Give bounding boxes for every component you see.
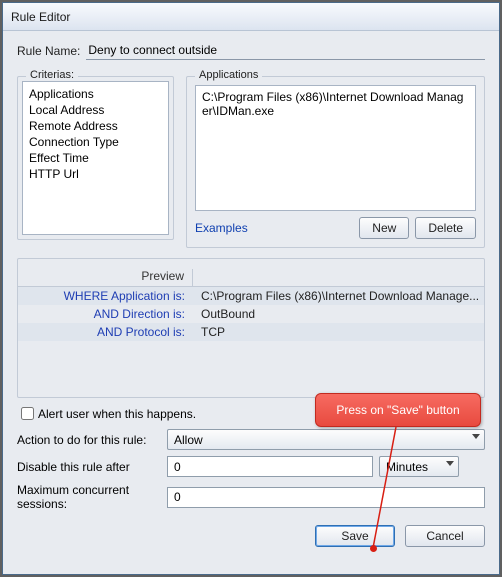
max-sessions-input[interactable] <box>167 487 485 508</box>
criteria-item[interactable]: Local Address <box>27 102 164 118</box>
save-button[interactable]: Save <box>315 525 395 547</box>
rule-name-input[interactable] <box>86 41 485 60</box>
preview-val: OutBound <box>193 307 484 321</box>
chevron-down-icon <box>472 434 480 439</box>
disable-label: Disable this rule after <box>17 460 167 474</box>
applications-legend: Applications <box>195 69 262 81</box>
tutorial-callout: Press on "Save" button <box>315 393 481 427</box>
criteria-item[interactable]: Connection Type <box>27 134 164 150</box>
action-value: Allow <box>174 433 203 447</box>
titlebar: Rule Editor <box>3 3 499 31</box>
callout-pointer-dot <box>370 545 377 552</box>
alert-label: Alert user when this happens. <box>38 407 196 421</box>
preview-panel: Preview WHERE Application is: C:\Program… <box>17 258 485 398</box>
cancel-button[interactable]: Cancel <box>405 525 485 547</box>
criterias-legend: Criterias: <box>26 69 78 81</box>
alert-checkbox[interactable] <box>21 407 34 420</box>
chevron-down-icon <box>446 461 454 466</box>
callout-text: Press on "Save" button <box>336 403 459 417</box>
preview-key: AND Direction is: <box>18 307 193 321</box>
rule-name-label: Rule Name: <box>17 44 80 58</box>
examples-link[interactable]: Examples <box>195 221 248 235</box>
action-label: Action to do for this rule: <box>17 433 167 447</box>
rule-editor-window: Rule Editor Rule Name: Criterias: Applic… <box>2 2 500 575</box>
preview-key: WHERE Application is: <box>18 289 193 303</box>
window-title: Rule Editor <box>11 10 70 24</box>
criteria-item[interactable]: Applications <box>27 86 164 102</box>
disable-unit-value: Minutes <box>386 460 428 474</box>
application-path: C:\Program Files (x86)\Internet Download… <box>202 90 463 118</box>
preview-header: Preview <box>18 269 193 286</box>
action-combo[interactable]: Allow <box>167 429 485 450</box>
max-sessions-label: Maximum concurrent sessions: <box>17 483 167 511</box>
criteria-item[interactable]: HTTP Url <box>27 166 164 182</box>
new-button[interactable]: New <box>359 217 409 239</box>
criteria-item[interactable]: Remote Address <box>27 118 164 134</box>
preview-val: TCP <box>193 325 484 339</box>
disable-value-input[interactable] <box>167 456 373 477</box>
disable-unit-combo[interactable]: Minutes <box>379 456 459 477</box>
criteria-item[interactable]: Effect Time <box>27 150 164 166</box>
preview-key: AND Protocol is: <box>18 325 193 339</box>
criterias-list[interactable]: Applications Local Address Remote Addres… <box>22 81 169 235</box>
applications-list[interactable]: C:\Program Files (x86)\Internet Download… <box>195 85 476 211</box>
delete-button[interactable]: Delete <box>415 217 476 239</box>
preview-val: C:\Program Files (x86)\Internet Download… <box>193 289 484 303</box>
